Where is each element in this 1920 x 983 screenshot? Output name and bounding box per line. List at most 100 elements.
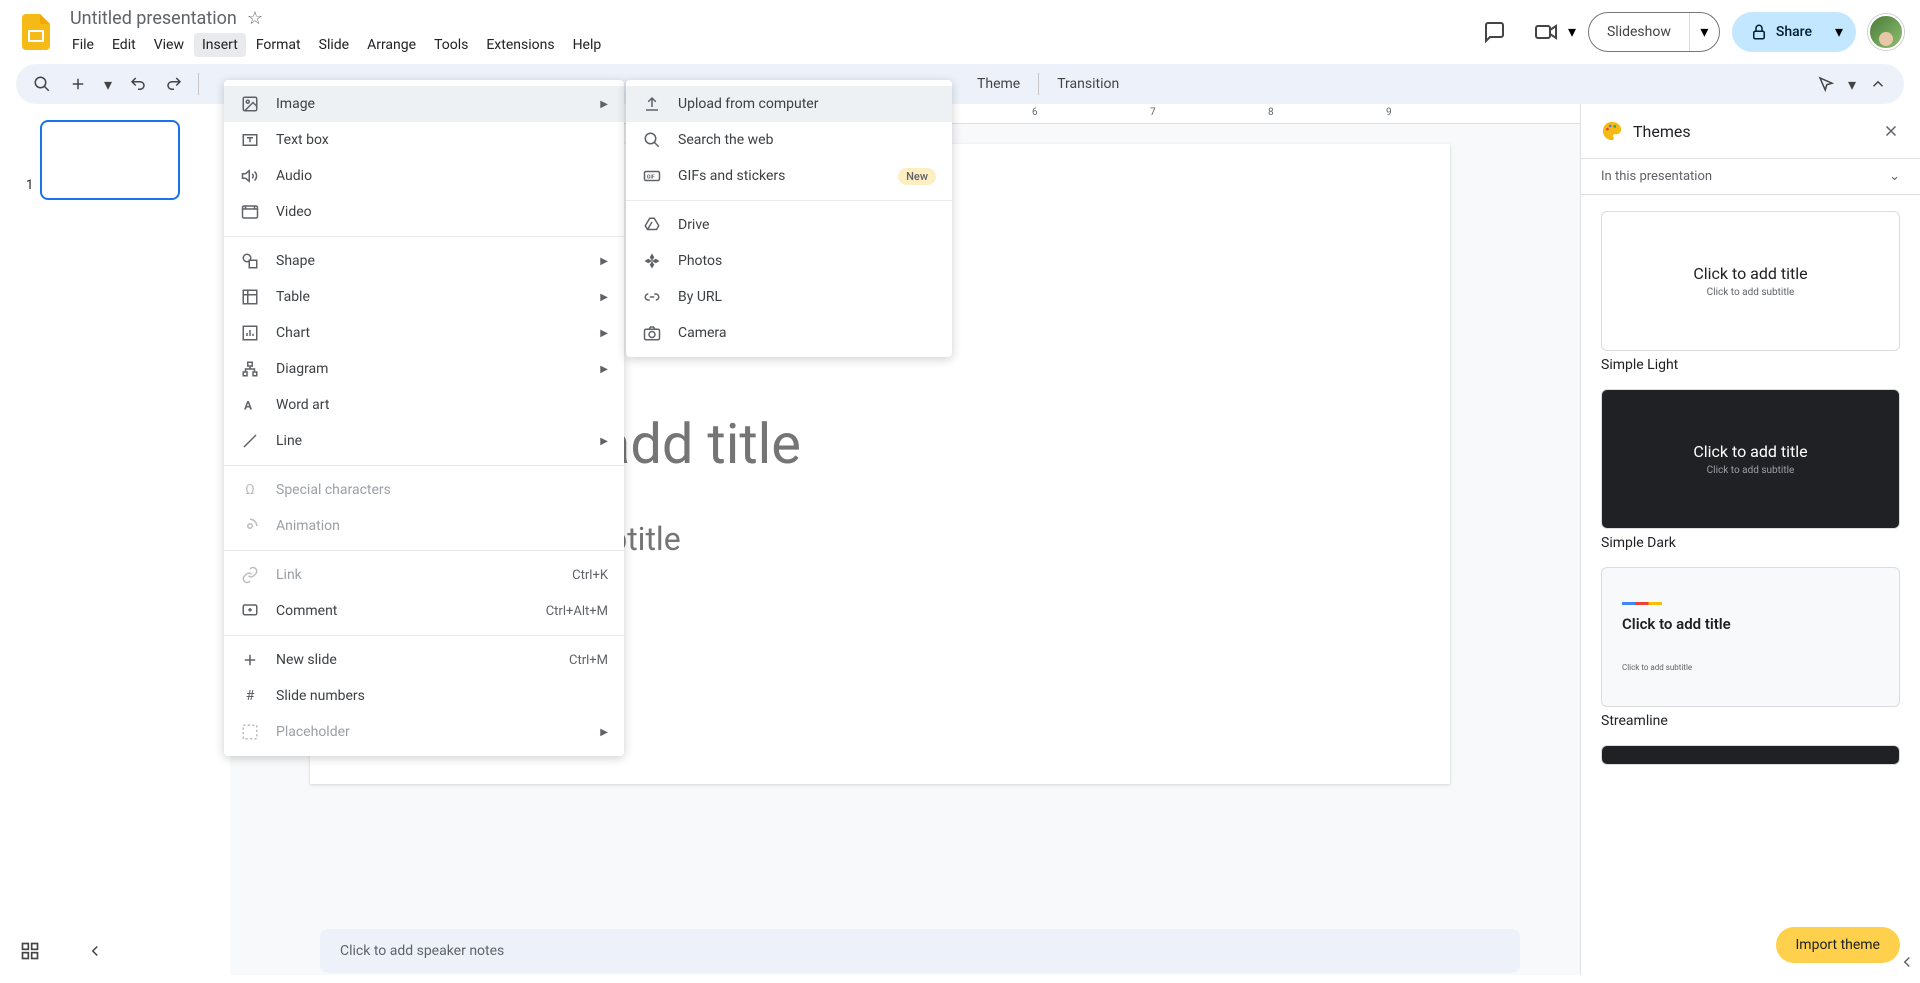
share-label: Share	[1776, 24, 1812, 40]
search-the-web[interactable]: Search the web	[626, 122, 952, 158]
undo-icon[interactable]	[122, 68, 154, 100]
insert-new-slide[interactable]: New slide Ctrl+M	[224, 642, 624, 678]
collapse-icon[interactable]	[1862, 68, 1894, 100]
slideshow-button[interactable]: Slideshow ▾	[1588, 12, 1720, 52]
pointer-dropdown[interactable]: ▾	[1842, 68, 1862, 100]
menu-edit[interactable]: Edit	[104, 33, 144, 57]
themes-section[interactable]: In this presentation ⌄	[1581, 158, 1920, 195]
pointer-icon[interactable]	[1810, 68, 1842, 100]
close-icon[interactable]	[1882, 122, 1900, 140]
insert-shape[interactable]: Shape ▶	[224, 243, 624, 279]
share-button[interactable]: Share ▾	[1732, 12, 1856, 52]
slideshow-dropdown[interactable]: ▾	[1689, 13, 1719, 51]
theme-simple-dark[interactable]: Click to add title Click to add subtitle	[1601, 389, 1900, 529]
insert-camera[interactable]: Camera	[626, 315, 952, 351]
arrow-right-icon: ▶	[600, 99, 608, 110]
insert-slide-numbers[interactable]: # Slide numbers	[224, 678, 624, 714]
insert-animation: Animation	[224, 508, 624, 544]
accent-bar	[1622, 602, 1662, 605]
menu-tools[interactable]: Tools	[426, 33, 476, 57]
gifs-stickers[interactable]: GIF GIFs and stickers New	[626, 158, 952, 194]
svg-text:A: A	[244, 399, 253, 413]
slides-logo[interactable]	[16, 12, 56, 52]
menu-file[interactable]: File	[64, 33, 102, 57]
chevron-left-icon[interactable]	[86, 942, 104, 960]
comment-icon	[240, 601, 260, 621]
menu-insert[interactable]: Insert	[194, 33, 246, 57]
arrow-right-icon: ▶	[600, 436, 608, 447]
menu-arrange[interactable]: Arrange	[359, 33, 424, 57]
theme-simple-light[interactable]: Click to add title Click to add subtitle	[1601, 211, 1900, 351]
menu-help[interactable]: Help	[565, 33, 610, 57]
insert-drive[interactable]: Drive	[626, 207, 952, 243]
new-slide-button[interactable]	[62, 68, 94, 100]
insert-video[interactable]: Video	[224, 194, 624, 230]
avatar[interactable]	[1868, 14, 1904, 50]
arrow-right-icon: ▶	[600, 364, 608, 375]
animation-icon	[240, 516, 260, 536]
share-dropdown[interactable]: ▾	[1826, 22, 1852, 41]
menu-format[interactable]: Format	[248, 33, 309, 57]
chevron-down-icon: ⌄	[1889, 169, 1900, 184]
new-badge: New	[898, 168, 936, 185]
meet-button[interactable]: ▾	[1526, 12, 1576, 52]
star-icon[interactable]: ☆	[247, 8, 263, 29]
link-icon	[642, 287, 662, 307]
insert-textbox[interactable]: Text box	[224, 122, 624, 158]
expand-sidebar-icon[interactable]	[1898, 953, 1916, 971]
menu-view[interactable]: View	[146, 33, 192, 57]
menu-slide[interactable]: Slide	[311, 33, 357, 57]
dropdown-icon: ▾	[1568, 22, 1576, 41]
lock-icon	[1750, 23, 1768, 41]
textbox-icon	[240, 130, 260, 150]
theme-next[interactable]	[1601, 745, 1900, 765]
header: Untitled presentation ☆ File Edit View I…	[0, 0, 1920, 64]
upload-from-computer[interactable]: Upload from computer	[626, 86, 952, 122]
new-slide-dropdown[interactable]: ▾	[98, 68, 118, 100]
video-icon	[1526, 12, 1566, 52]
plus-icon	[240, 650, 260, 670]
slide-thumbnail-1[interactable]	[40, 120, 180, 200]
comments-icon[interactable]	[1474, 12, 1514, 52]
image-submenu: Upload from computer Search the web GIF …	[626, 80, 952, 357]
search-icon[interactable]	[26, 68, 58, 100]
insert-link: Link Ctrl+K	[224, 557, 624, 593]
audio-icon	[240, 166, 260, 186]
footer: Click to add speaker notes	[0, 919, 1920, 983]
insert-audio[interactable]: Audio	[224, 158, 624, 194]
insert-image[interactable]: Image ▶	[224, 86, 624, 122]
theme-name: Simple Light	[1601, 357, 1900, 373]
insert-comment[interactable]: Comment Ctrl+Alt+M	[224, 593, 624, 629]
grid-view-icon[interactable]	[20, 941, 40, 961]
table-icon	[240, 287, 260, 307]
theme-name: Streamline	[1601, 713, 1900, 729]
hash-icon: #	[240, 686, 260, 706]
filmstrip	[0, 104, 230, 975]
menu-extensions[interactable]: Extensions	[478, 33, 562, 57]
insert-menu: Image ▶ Text box Audio Video Shape ▶ Tab…	[224, 80, 624, 756]
insert-wordart[interactable]: A Word art	[224, 387, 624, 423]
chart-icon	[240, 323, 260, 343]
menubar: File Edit View Insert Format Slide Arran…	[64, 33, 609, 57]
omega-icon: Ω	[240, 480, 260, 500]
insert-photos[interactable]: Photos	[626, 243, 952, 279]
theme-streamline[interactable]: Click to add title Click to add subtitle	[1601, 567, 1900, 707]
arrow-right-icon: ▶	[600, 256, 608, 267]
speaker-notes[interactable]: Click to add speaker notes	[320, 929, 1520, 973]
doc-title[interactable]: Untitled presentation	[64, 6, 243, 31]
insert-chart[interactable]: Chart ▶	[224, 315, 624, 351]
camera-icon	[642, 323, 662, 343]
toolbar-transition[interactable]: Transition	[1047, 76, 1129, 92]
drive-icon	[642, 215, 662, 235]
insert-diagram[interactable]: Diagram ▶	[224, 351, 624, 387]
redo-icon[interactable]	[158, 68, 190, 100]
toolbar-theme[interactable]: Theme	[967, 76, 1030, 92]
insert-line[interactable]: Line ▶	[224, 423, 624, 459]
insert-by-url[interactable]: By URL	[626, 279, 952, 315]
line-icon	[240, 431, 260, 451]
slideshow-label[interactable]: Slideshow	[1589, 13, 1689, 51]
arrow-right-icon: ▶	[600, 727, 608, 738]
wordart-icon: A	[240, 395, 260, 415]
themes-panel: Themes In this presentation ⌄ Click to a…	[1580, 104, 1920, 975]
insert-table[interactable]: Table ▶	[224, 279, 624, 315]
